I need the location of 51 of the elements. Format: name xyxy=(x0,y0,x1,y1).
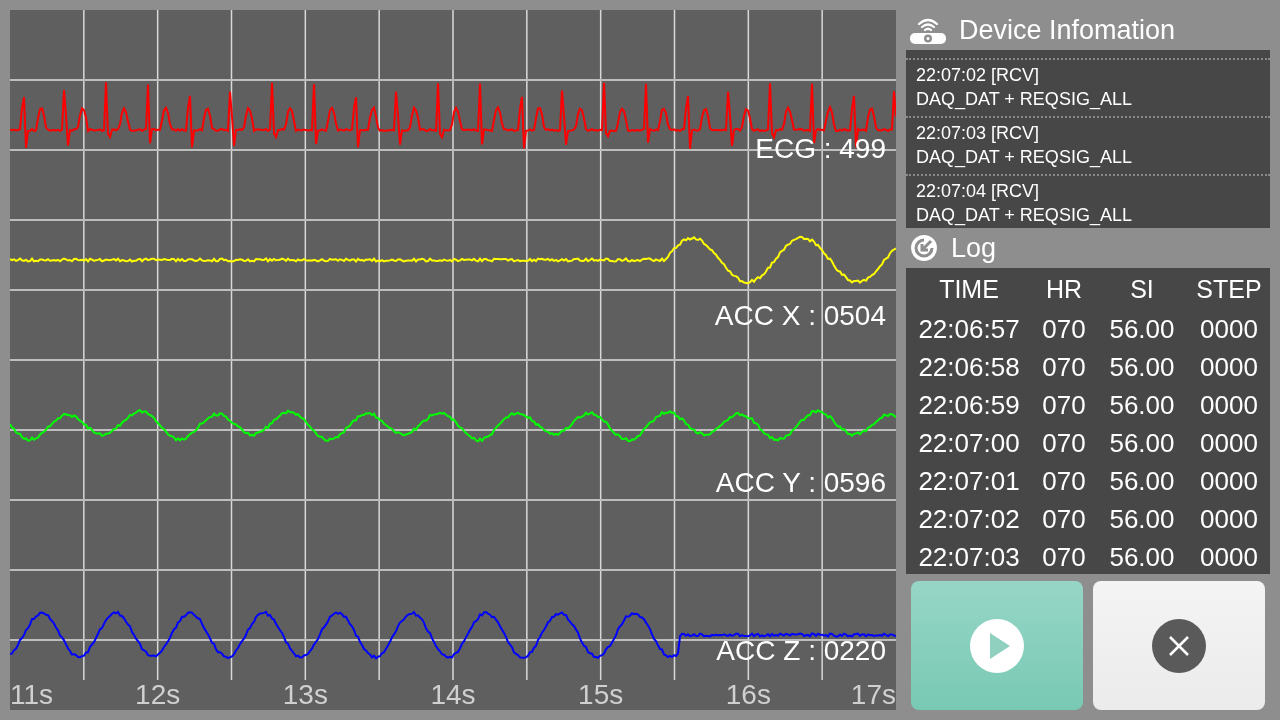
column-header: STEP xyxy=(1196,274,1262,304)
play-icon xyxy=(970,618,1024,673)
table-cell: 070 xyxy=(1042,541,1086,573)
time-tick-label: 11s xyxy=(10,679,54,710)
table-cell: 22:06:57 xyxy=(918,313,1020,345)
table-cell: 0000 xyxy=(1200,389,1258,421)
table-cell: 22:06:59 xyxy=(918,389,1020,421)
table-cell: 56.00 xyxy=(1109,351,1175,383)
table-cell: 0000 xyxy=(1200,503,1258,535)
log-icon xyxy=(909,233,939,263)
message-time: 22:07:03 [RCV] xyxy=(916,122,1041,145)
table-cell: 56.00 xyxy=(1109,503,1175,535)
table-cell: 22:06:58 xyxy=(918,351,1020,383)
time-tick-label: 16s xyxy=(725,679,771,710)
table-cell: 0000 xyxy=(1200,465,1258,497)
table-cell: 0000 xyxy=(1200,313,1258,345)
close-button[interactable] xyxy=(1093,581,1265,710)
table-cell: 070 xyxy=(1042,465,1086,497)
table-cell: 22:07:00 xyxy=(918,427,1020,459)
table-cell: 56.00 xyxy=(1109,389,1175,421)
table-cell: 0000 xyxy=(1200,351,1258,383)
message-time: 22:07:04 [RCV] xyxy=(916,180,1041,203)
table-cell: 22:07:01 xyxy=(918,465,1020,497)
message-time: 22:07:02 [RCV] xyxy=(916,64,1041,87)
close-icon xyxy=(1152,618,1206,673)
table-cell: 0000 xyxy=(1200,427,1258,459)
time-tick-label: 17s xyxy=(850,679,896,710)
table-cell: 0000 xyxy=(1200,541,1258,573)
table-cell: 22:07:02 xyxy=(918,503,1020,535)
table-cell: 56.00 xyxy=(1109,465,1175,497)
table-cell: 070 xyxy=(1042,503,1086,535)
time-tick-label: 12s xyxy=(135,679,181,710)
table-cell: 070 xyxy=(1042,351,1086,383)
message-text: DAQ_DAT + REQSIG_ALL xyxy=(916,204,1133,227)
column-header: SI xyxy=(1130,274,1154,304)
time-tick-label: 14s xyxy=(430,679,476,710)
table-cell: 070 xyxy=(1042,389,1086,421)
table-cell: 56.00 xyxy=(1109,541,1175,573)
column-header: TIME xyxy=(939,274,999,304)
message-text: DAQ_DAT + REQSIG_ALL xyxy=(916,88,1133,111)
table-cell: 070 xyxy=(1042,427,1086,459)
message-text: DAQ_DAT + REQSIG_ALL xyxy=(916,146,1133,169)
section-title: Device Infomation xyxy=(959,14,1176,46)
column-header: HR xyxy=(1045,274,1083,304)
time-tick-label: 13s xyxy=(282,679,328,710)
table-cell: 22:07:03 xyxy=(918,541,1020,573)
table-cell: 56.00 xyxy=(1109,427,1175,459)
table-cell: 56.00 xyxy=(1109,313,1175,345)
table-cell: 070 xyxy=(1042,313,1086,345)
section-title: Log xyxy=(951,232,997,264)
time-tick-label: 15s xyxy=(578,679,624,710)
